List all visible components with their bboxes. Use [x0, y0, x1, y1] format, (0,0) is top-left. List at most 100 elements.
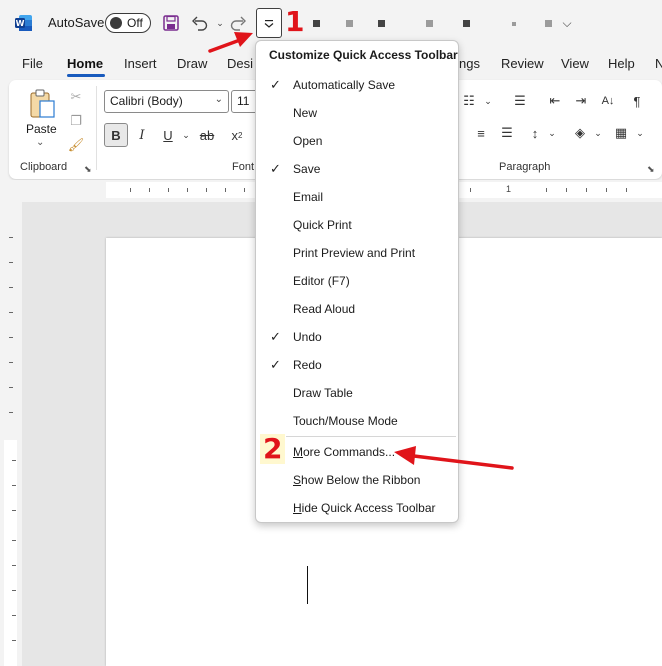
tab-home[interactable]: Home: [67, 56, 103, 71]
menu-item-save[interactable]: ✓ Save: [256, 156, 458, 182]
decrease-indent-icon[interactable]: ⇤: [544, 90, 566, 112]
ruler-tick: [606, 188, 607, 192]
qat-extra-icon[interactable]: [512, 22, 516, 26]
tab-mailings[interactable]: ngs: [459, 56, 480, 71]
menu-item-print-preview[interactable]: Print Preview and Print: [256, 240, 458, 266]
menu-item-label: Undo: [293, 330, 322, 344]
tab-review[interactable]: Review: [501, 56, 544, 71]
redo-icon[interactable]: [227, 12, 249, 34]
bold-button[interactable]: B: [104, 123, 128, 147]
ruler-tick: [225, 188, 226, 192]
multilevel-list-icon[interactable]: ☰: [509, 90, 531, 112]
ruler-tick: [12, 540, 16, 541]
align-right-icon[interactable]: ≡: [470, 122, 492, 144]
qat-extra-icon[interactable]: [545, 20, 552, 27]
qat-extra-icon[interactable]: [378, 20, 385, 27]
ruler-tick: [12, 565, 16, 566]
ruler-tick: [206, 188, 207, 192]
sort-icon[interactable]: A↓: [597, 90, 619, 112]
customize-qat-button[interactable]: [256, 8, 282, 38]
ruler-number: 1: [506, 184, 512, 194]
menu-item-read-aloud[interactable]: Read Aloud: [256, 296, 458, 322]
menu-item-email[interactable]: Email: [256, 184, 458, 210]
menu-item-label: Hide Quick Access Toolbar: [293, 501, 436, 515]
active-tab-indicator: [67, 74, 105, 77]
svg-text:W: W: [16, 19, 25, 28]
ruler-tick: [12, 590, 16, 591]
tab-draw[interactable]: Draw: [177, 56, 207, 71]
vertical-ruler[interactable]: [4, 440, 17, 666]
tab-file[interactable]: File: [22, 56, 43, 71]
menu-item-touch-mouse-mode[interactable]: Touch/Mouse Mode: [256, 408, 458, 434]
check-icon: ✓: [270, 161, 281, 176]
qat-extra-icon[interactable]: [346, 20, 353, 27]
tab-more[interactable]: N: [655, 56, 662, 71]
chevron-down-icon[interactable]: ⌄: [541, 122, 563, 144]
menu-item-show-below-ribbon[interactable]: Show Below the Ribbon: [256, 467, 458, 493]
show-formatting-icon[interactable]: ¶: [626, 90, 648, 112]
menu-item-label: Touch/Mouse Mode: [293, 414, 398, 428]
tab-help[interactable]: Help: [608, 56, 635, 71]
menu-item-hide-qat[interactable]: Hide Quick Access Toolbar: [256, 495, 458, 521]
menu-item-redo[interactable]: ✓ Redo: [256, 352, 458, 378]
paste-icon[interactable]: [27, 88, 57, 120]
justify-icon[interactable]: ☰: [496, 122, 518, 144]
clipboard-launcher-icon[interactable]: ⬊: [84, 164, 92, 175]
menu-item-label: Save: [293, 162, 321, 176]
tab-insert[interactable]: Insert: [124, 56, 157, 71]
qat-extra-icon[interactable]: [426, 20, 433, 27]
chevron-down-icon[interactable]: ⌄: [587, 122, 609, 144]
paste-label[interactable]: Paste: [26, 122, 57, 136]
paste-dropdown-icon[interactable]: ⌄: [36, 137, 44, 148]
menu-item-label: New: [293, 106, 318, 120]
menu-item-undo[interactable]: ✓ Undo: [256, 324, 458, 350]
ruler-tick: [626, 188, 627, 192]
chevron-down-icon[interactable]: ⌄: [477, 90, 499, 112]
autosave-label: AutoSave: [48, 15, 105, 30]
check-icon: ✓: [270, 357, 281, 372]
menu-item-quick-print[interactable]: Quick Print: [256, 212, 458, 238]
tab-design[interactable]: Desi: [227, 56, 253, 71]
ruler-tick: [586, 188, 587, 192]
ruler-tick: [9, 287, 13, 288]
menu-item-label: Open: [293, 134, 323, 148]
menu-item-label: Print Preview and Print: [293, 246, 416, 260]
strikethrough-button[interactable]: ab: [195, 123, 219, 147]
ruler-tick: [9, 412, 13, 413]
menu-item-label: Draw Table: [293, 386, 353, 400]
check-icon: ✓: [270, 329, 281, 344]
word-logo-icon: W: [15, 15, 32, 31]
ruler-tick: [566, 188, 567, 192]
chevron-down-icon[interactable]: ⌄: [629, 122, 651, 144]
autosave-toggle[interactable]: Off: [105, 13, 151, 33]
cut-icon[interactable]: ✂: [65, 86, 87, 108]
format-painter-icon[interactable]: 🖌: [65, 134, 87, 156]
menu-item-label: Editor (F7): [293, 274, 350, 288]
undo-icon[interactable]: [189, 12, 211, 34]
copy-icon[interactable]: ❐: [65, 110, 87, 132]
menu-item-label: Show Below the Ribbon: [293, 473, 421, 487]
italic-button[interactable]: I: [130, 123, 154, 147]
menu-item-new[interactable]: New: [256, 100, 458, 126]
subscript-button[interactable]: x2: [225, 123, 249, 147]
menu-item-draw-table[interactable]: Draw Table: [256, 380, 458, 406]
ruler-tick: [12, 615, 16, 616]
menu-item-more-commands[interactable]: More Commands...: [256, 439, 458, 465]
font-name-combo[interactable]: Calibri (Body) ⌄: [104, 90, 229, 113]
chevron-down-icon: ⌄: [214, 94, 223, 105]
paragraph-launcher-icon[interactable]: ⬊: [647, 164, 655, 175]
qat-extra-icon[interactable]: [463, 20, 470, 27]
chevron-down-icon[interactable]: ⌵: [556, 12, 578, 34]
save-icon[interactable]: [160, 12, 182, 34]
tab-view[interactable]: View: [561, 56, 589, 71]
ruler-tick: [9, 337, 13, 338]
menu-item-editor[interactable]: Editor (F7): [256, 268, 458, 294]
menu-title: Customize Quick Access Toolbar: [269, 48, 458, 62]
ruler-tick: [12, 640, 16, 641]
qat-extra-icon[interactable]: [313, 20, 320, 27]
menu-item-automatically-save[interactable]: ✓ Automatically Save: [256, 72, 458, 98]
increase-indent-icon[interactable]: ⇥: [570, 90, 592, 112]
menu-item-open[interactable]: Open: [256, 128, 458, 154]
font-group-label: Font: [232, 161, 255, 173]
menu-item-label: Email: [293, 190, 324, 204]
